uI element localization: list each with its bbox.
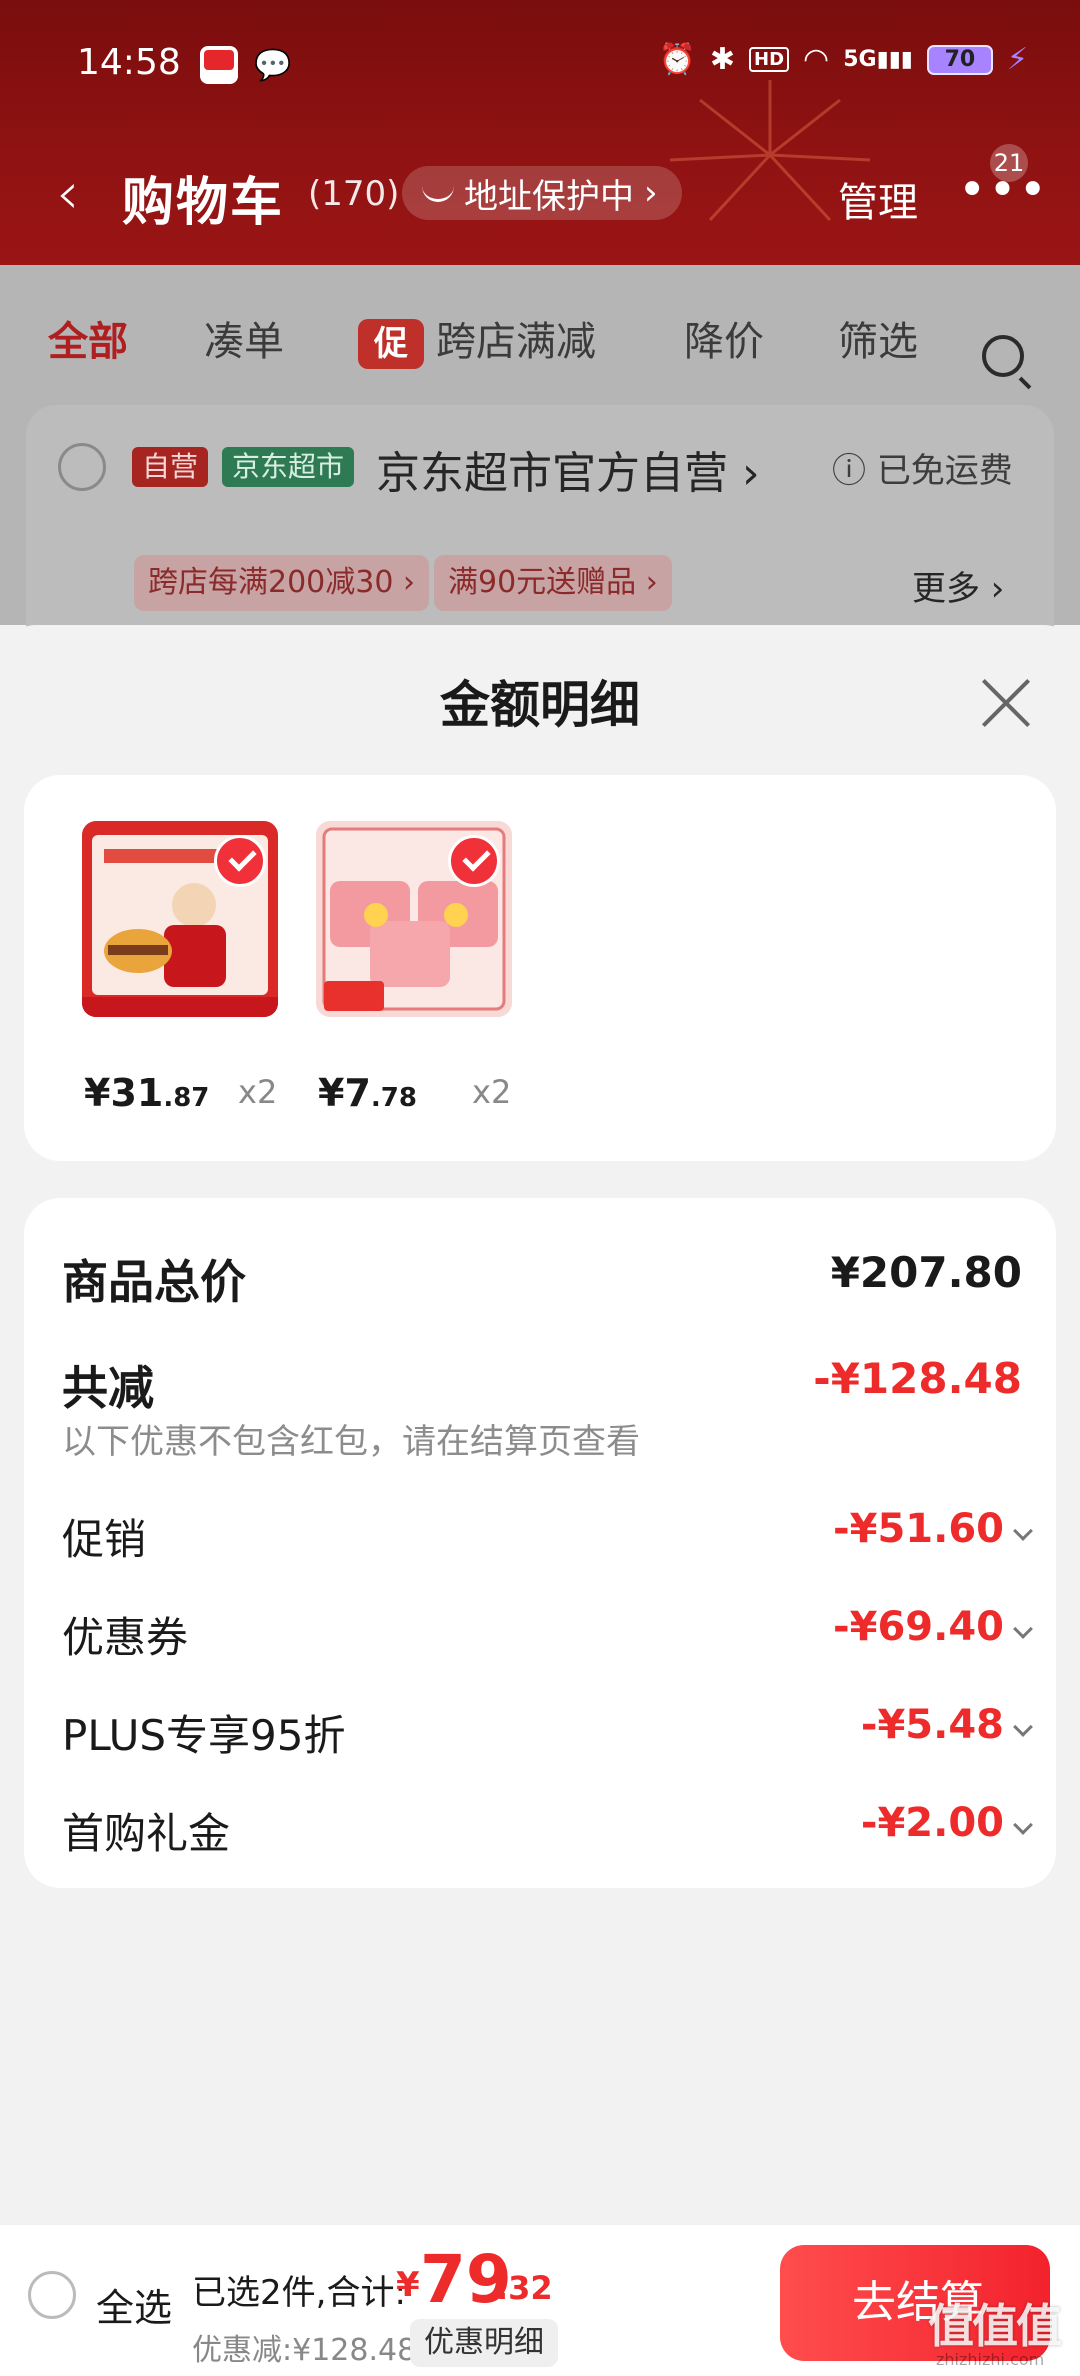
- select-all-radio[interactable]: [28, 2271, 76, 2319]
- plus-row-value[interactable]: -¥5.48: [861, 1702, 1004, 1748]
- store-name[interactable]: 京东超市官方自营 ›: [376, 437, 760, 501]
- tab-bundle[interactable]: 凑单: [204, 309, 284, 367]
- status-bar: 14:58 💬 ⏰ ✱ HD ◠ 5G▮▮▮ 70 ⚡: [0, 0, 1080, 130]
- selected-products: ¥31.87 x2 ¥7.78 x2: [24, 775, 1056, 1161]
- saved-amount: 优惠减:¥128.48: [192, 2333, 417, 2368]
- price-int-1: ¥31: [84, 1071, 164, 1115]
- status-time: 14:58: [77, 42, 181, 83]
- product-thumb-1[interactable]: [82, 821, 278, 1017]
- more-text: 更多: [912, 569, 980, 609]
- store-name-text: 京东超市官方自营: [376, 448, 728, 499]
- address-protect-label: 地址保护中: [464, 176, 634, 217]
- first-purchase-row-value[interactable]: -¥2.00: [861, 1800, 1004, 1846]
- product-thumb-2[interactable]: [316, 821, 512, 1017]
- promo-row-label: 促销: [62, 1515, 147, 1564]
- coupon-row-value[interactable]: -¥69.40: [833, 1604, 1004, 1650]
- cart-count: (170): [308, 174, 400, 214]
- selected-summary: 已选2件,合计:: [192, 2273, 406, 2313]
- discount-detail-button[interactable]: 优惠明细: [410, 2319, 558, 2367]
- tab-price-drop[interactable]: 降价: [684, 309, 764, 367]
- message-badge: 21: [990, 144, 1028, 182]
- hd-icon: HD: [749, 47, 790, 72]
- manage-button[interactable]: 管理: [838, 170, 918, 228]
- close-icon[interactable]: [980, 677, 1032, 729]
- signal-label: 5G: [843, 47, 877, 72]
- tab-cross-store[interactable]: 促跨店满减: [358, 309, 596, 369]
- price-dec-2: .78: [370, 1083, 417, 1113]
- chevron-right-icon: ›: [644, 173, 658, 213]
- product-price-2: ¥7.78: [318, 1071, 417, 1115]
- wifi-icon: ◠: [803, 42, 830, 77]
- filter-tabs: 全部 凑单 促跨店满减 降价 筛选: [0, 295, 1080, 377]
- jd-market-tag: 京东超市: [222, 447, 355, 487]
- self-operated-tag: 自营: [132, 447, 209, 487]
- discount-value: -¥128.48: [813, 1354, 1022, 1403]
- total-amount-dec: .32: [496, 2269, 553, 2307]
- alarm-icon: ⏰: [658, 42, 696, 77]
- price-dec-1: .87: [163, 1083, 210, 1113]
- tab-cross-store-label: 跨店满减: [436, 319, 596, 365]
- coupon-row-label: 优惠券: [62, 1613, 189, 1662]
- select-all-label[interactable]: 全选: [96, 2277, 172, 2332]
- free-shipping-label: ⓘ 已免运费: [832, 451, 1013, 491]
- product-qty-1: x2: [238, 1073, 278, 1111]
- amount-detail-sheet: 金额明细 ¥31.87 x2 ¥7.78 x2 商品总价 ¥207.80 共减 …: [0, 625, 1080, 2225]
- chevron-down-icon[interactable]: [1013, 1619, 1033, 1639]
- product-qty-2: x2: [472, 1073, 512, 1111]
- cart-overlay-background: 全部 凑单 促跨店满减 降价 筛选 自营 京东超市 京东超市官方自营 › ⓘ 已…: [0, 265, 1080, 655]
- sheet-title: 金额明细: [440, 676, 640, 734]
- free-shipping-text: 已免运费: [876, 451, 1013, 491]
- first-purchase-row-label: 首购礼金: [62, 1809, 231, 1858]
- promo2-text: 满90元送赠品: [448, 565, 637, 600]
- search-icon[interactable]: [982, 335, 1024, 377]
- cross-store-promo-pill[interactable]: 跨店每满200减30 ›: [134, 555, 429, 611]
- more-promos-link[interactable]: 更多 ›: [912, 561, 1004, 610]
- selected-check-icon: [448, 835, 500, 887]
- wechat-icon: 💬: [254, 48, 292, 83]
- watermark-url: zhizhizhi.com: [936, 2350, 1045, 2369]
- product-price-1: ¥31.87: [84, 1071, 209, 1115]
- price-int-2: ¥7: [318, 1071, 371, 1115]
- navbar: ‹ 购物车 (170) 地址保护中 › 管理 ••• 21: [0, 144, 1080, 240]
- discount-note: 以下优惠不包含红包，请在结算页查看: [62, 1422, 640, 1462]
- signal-icon: 5G▮▮▮: [843, 47, 913, 72]
- back-icon[interactable]: ‹: [56, 164, 79, 222]
- tab-filter[interactable]: 筛选: [838, 309, 918, 367]
- checkout-bar: 全选 已选2件,合计: ¥ 79 .32 优惠减:¥128.48 优惠明细 去结…: [0, 2225, 1080, 2376]
- address-protect-button[interactable]: 地址保护中 ›: [402, 166, 682, 220]
- promo1-text: 跨店每满200减30: [148, 565, 394, 600]
- promo-row-value[interactable]: -¥51.60: [833, 1506, 1004, 1552]
- total-price-label: 商品总价: [62, 1255, 246, 1309]
- chevron-down-icon[interactable]: [1013, 1521, 1033, 1541]
- gift-promo-pill[interactable]: 满90元送赠品 ›: [434, 555, 672, 611]
- selected-check-icon: [214, 835, 266, 887]
- store-select-radio[interactable]: [58, 443, 106, 491]
- plus-row-label: PLUS专享95折: [62, 1711, 346, 1760]
- price-breakdown: 商品总价 ¥207.80 共减 -¥128.48 以下优惠不包含红包，请在结算页…: [24, 1198, 1056, 1888]
- battery-icon: 70: [926, 44, 993, 75]
- discount-label: 共减: [62, 1361, 154, 1415]
- tab-all[interactable]: 全部: [48, 309, 128, 367]
- charging-icon: ⚡: [1006, 42, 1028, 77]
- store-card: 自营 京东超市 京东超市官方自营 › ⓘ 已免运费 跨店每满200减30 › 满…: [26, 405, 1054, 655]
- total-price-value: ¥207.80: [830, 1248, 1022, 1297]
- page-title: 购物车: [122, 173, 285, 233]
- chevron-down-icon[interactable]: [1013, 1717, 1033, 1737]
- chevron-down-icon[interactable]: [1013, 1815, 1033, 1835]
- bluetooth-icon: ✱: [709, 42, 736, 77]
- closed-eye-icon: [422, 184, 454, 202]
- jd-app-icon: [200, 46, 238, 84]
- total-currency: ¥: [396, 2265, 420, 2305]
- promo-chip: 促: [358, 319, 424, 369]
- cart-header: 14:58 💬 ⏰ ✱ HD ◠ 5G▮▮▮ 70 ⚡ ‹ 购物车 (170) …: [0, 0, 1080, 265]
